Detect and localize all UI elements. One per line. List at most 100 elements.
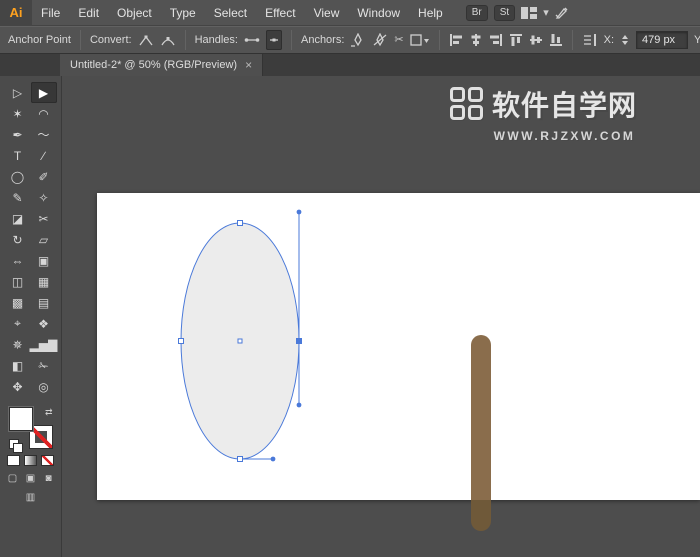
distribute-spacing-icon[interactable] xyxy=(582,30,598,50)
none-button[interactable] xyxy=(41,455,54,466)
convert-to-smooth-icon[interactable] xyxy=(160,30,176,50)
y-label: Y: xyxy=(694,34,700,46)
pen-tool[interactable]: ✒ xyxy=(5,124,31,145)
draw-behind-icon[interactable]: ▣ xyxy=(24,472,38,485)
gpu-performance-icon[interactable] xyxy=(555,6,569,20)
direct-selection-tool[interactable]: ▶ xyxy=(31,82,57,103)
menu-type[interactable]: Type xyxy=(161,0,205,25)
menu-view[interactable]: View xyxy=(305,0,349,25)
menu-help[interactable]: Help xyxy=(409,0,452,25)
selection-overlay xyxy=(62,76,700,557)
menu-window[interactable]: Window xyxy=(348,0,409,25)
hand-tool[interactable]: ✥ xyxy=(5,376,31,397)
eraser-tool[interactable]: ◪ xyxy=(5,208,31,229)
width-tool[interactable]: ⇔ xyxy=(5,250,31,271)
convert-label: Convert: xyxy=(90,34,132,46)
cut-path-icon[interactable]: ✂ xyxy=(394,30,403,50)
align-vertical-bottom-icon[interactable] xyxy=(549,30,563,50)
menu-object[interactable]: Object xyxy=(108,0,161,25)
hide-handles-icon[interactable] xyxy=(266,30,282,50)
paintbrush-tool[interactable]: ✐ xyxy=(31,166,57,187)
anchor-right-selected[interactable] xyxy=(297,339,302,344)
separator xyxy=(80,30,81,50)
rotate-tool[interactable]: ↻ xyxy=(5,229,31,250)
selection-tool[interactable]: ▷ xyxy=(5,82,31,103)
draw-inside-icon[interactable]: ◙ xyxy=(42,472,56,485)
magic-wand-tool[interactable]: ✶ xyxy=(5,103,31,124)
menu-file[interactable]: File xyxy=(32,0,69,25)
menu-edit[interactable]: Edit xyxy=(69,0,108,25)
gradient-button[interactable] xyxy=(24,455,37,466)
column-graph-tool[interactable]: ▂▅▇ xyxy=(31,334,57,355)
bridge-button[interactable]: Br xyxy=(466,5,488,21)
menubar-right-cluster: Br St ▾ xyxy=(466,5,569,21)
gradient-tool[interactable]: ▤ xyxy=(31,292,57,313)
align-horizontal-right-icon[interactable] xyxy=(489,30,503,50)
menu-select[interactable]: Select xyxy=(205,0,256,25)
blend-tool[interactable]: ❖ xyxy=(31,313,57,334)
watermark: 软件自学网 WWW.RJZXW.COM xyxy=(450,84,637,143)
zoom-tool[interactable]: ◎ xyxy=(31,376,57,397)
scissors-tool[interactable]: ✂ xyxy=(31,208,57,229)
convert-to-corner-icon[interactable] xyxy=(138,30,154,50)
lasso-tool[interactable]: ◠ xyxy=(31,103,57,124)
slice-tool[interactable]: ✁ xyxy=(31,355,57,376)
color-mode-row xyxy=(0,455,61,466)
align-vertical-center-icon[interactable] xyxy=(529,30,543,50)
screen-mode-button[interactable]: ▥ xyxy=(24,491,38,504)
curvature-tool[interactable]: ～ xyxy=(31,124,57,145)
anchor-top[interactable] xyxy=(238,221,243,226)
shape-builder-tool[interactable]: ◫ xyxy=(5,271,31,292)
align-horizontal-center-icon[interactable] xyxy=(469,30,483,50)
ellipse-tool[interactable]: ◯ xyxy=(5,166,31,187)
workspace-switcher-icon[interactable] xyxy=(521,7,537,19)
pencil-tool[interactable]: ✎ xyxy=(5,187,31,208)
type-tool[interactable]: T xyxy=(5,145,31,166)
color-button[interactable] xyxy=(7,455,20,466)
fill-stroke-widget: ⇄ xyxy=(9,407,53,449)
anchor-left[interactable] xyxy=(179,339,184,344)
connect-anchors-icon[interactable] xyxy=(372,30,388,50)
screen-mode-row: ▥ xyxy=(0,491,61,504)
canvas-area[interactable]: 软件自学网 WWW.RJZXW.COM xyxy=(62,76,700,557)
artboard-tool[interactable]: ◧ xyxy=(5,355,31,376)
shaper-tool[interactable]: ✧ xyxy=(31,187,57,208)
perspective-grid-tool[interactable]: ▦ xyxy=(31,271,57,292)
free-transform-tool[interactable]: ▣ xyxy=(31,250,57,271)
separator xyxy=(291,30,292,50)
control-bar-title: Anchor Point xyxy=(8,34,71,46)
scale-tool[interactable]: ▱ xyxy=(31,229,57,250)
watermark-logo-icon xyxy=(450,87,483,120)
draw-normal-icon[interactable]: ▢ xyxy=(6,472,20,485)
anchor-bottom[interactable] xyxy=(238,457,243,462)
align-horizontal-left-icon[interactable] xyxy=(449,30,463,50)
menu-effect[interactable]: Effect xyxy=(256,0,304,25)
handle-dot-top[interactable] xyxy=(297,210,302,215)
mesh-tool[interactable]: ▩ xyxy=(5,292,31,313)
handle-dot-right[interactable] xyxy=(271,457,276,462)
x-value-field[interactable]: 479 px xyxy=(636,31,688,49)
show-handles-icon[interactable] xyxy=(244,30,260,50)
fill-swatch[interactable] xyxy=(9,407,33,431)
x-stepper[interactable] xyxy=(622,35,628,45)
close-tab-icon[interactable]: × xyxy=(245,59,252,71)
line-segment-tool[interactable]: ∕ xyxy=(31,145,57,166)
eyedropper-tool[interactable]: ⌖ xyxy=(5,313,31,334)
illustrator-logo: Ai xyxy=(0,0,32,26)
toolbar-tools: ▷▶✶◠✒～T∕◯✐✎✧◪✂↻▱⇔▣◫▦▩▤⌖❖✵▂▅▇◧✁✥◎ xyxy=(0,82,61,397)
document-tab[interactable]: Untitled-2* @ 50% (RGB/Preview) × xyxy=(60,54,263,76)
center-point[interactable] xyxy=(238,339,242,343)
swap-fill-stroke-icon[interactable]: ⇄ xyxy=(45,407,53,418)
default-fill-stroke-icon[interactable] xyxy=(9,439,19,449)
stock-button[interactable]: St xyxy=(494,5,515,21)
remove-anchor-icon[interactable] xyxy=(350,30,366,50)
stroke-none-slash xyxy=(30,426,52,448)
separator xyxy=(439,30,440,50)
align-vertical-top-icon[interactable] xyxy=(509,30,523,50)
separator xyxy=(572,30,573,50)
drawing-mode-row: ▢ ▣ ◙ xyxy=(0,472,61,485)
symbol-sprayer-tool[interactable]: ✵ xyxy=(5,334,31,355)
chevron-down-icon[interactable]: ▾ xyxy=(543,6,549,19)
corner-widget-icon[interactable] xyxy=(410,30,430,50)
handle-dot-bottom[interactable] xyxy=(297,403,302,408)
